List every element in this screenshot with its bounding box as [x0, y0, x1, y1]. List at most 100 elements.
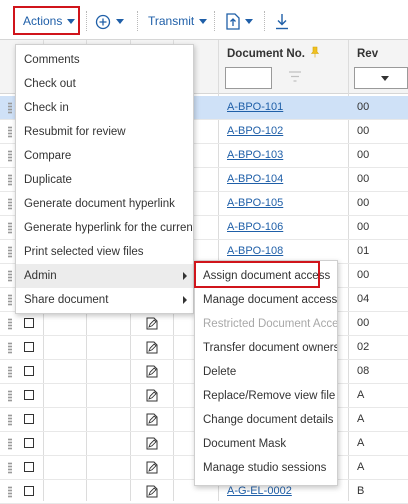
actions-menu-item[interactable]: Print selected view files: [16, 240, 193, 264]
document-number-link[interactable]: A-BPO-104: [227, 173, 283, 185]
column-header-rev[interactable]: Rev: [357, 43, 378, 65]
caret-down-icon: [116, 19, 124, 25]
admin-menu-item[interactable]: Transfer document ownership: [195, 336, 337, 360]
drag-handle-icon[interactable]: [8, 390, 12, 402]
row-checkbox[interactable]: [24, 438, 34, 448]
download-icon: [276, 14, 288, 30]
drag-handle-icon[interactable]: [8, 438, 12, 450]
edit-document-icon[interactable]: [146, 317, 158, 330]
actions-menu-item[interactable]: Duplicate: [16, 168, 193, 192]
toolbar: Actions Transmit: [0, 0, 408, 40]
drag-handle-icon[interactable]: [8, 126, 12, 138]
sort-pin-icon: [310, 46, 320, 58]
highlight-box: [13, 6, 80, 35]
submenu-arrow-icon: [183, 296, 187, 304]
drag-handle-icon[interactable]: [8, 198, 12, 210]
edit-document-icon[interactable]: [146, 437, 158, 450]
revision-cell: 00: [357, 173, 370, 185]
revision-cell: 00: [357, 269, 370, 281]
transmit-button[interactable]: Transmit: [148, 9, 208, 33]
menu-item-label: Print selected view files: [24, 246, 144, 258]
caret-down-icon: [245, 19, 253, 25]
revision-cell: 00: [357, 149, 370, 161]
admin-menu-item[interactable]: Replace/Remove view file: [195, 384, 337, 408]
row-checkbox[interactable]: [24, 414, 34, 424]
document-number-link[interactable]: A-BPO-108: [227, 245, 283, 257]
highlight-box: [194, 261, 320, 288]
actions-menu-item[interactable]: Admin: [16, 264, 193, 288]
drag-handle-icon[interactable]: [8, 414, 12, 426]
document-no-filter-input[interactable]: [225, 67, 272, 89]
revision-cell: 00: [357, 125, 370, 137]
revision-cell: 04: [357, 293, 370, 305]
admin-menu-item[interactable]: Delete: [195, 360, 337, 384]
actions-menu-item[interactable]: Check in: [16, 96, 193, 120]
drag-handle-icon[interactable]: [8, 366, 12, 378]
row-checkbox[interactable]: [24, 390, 34, 400]
row-checkbox[interactable]: [24, 318, 34, 328]
actions-menu-item[interactable]: Generate document hyperlink: [16, 192, 193, 216]
menu-item-label: Check in: [24, 102, 69, 114]
filter-icon[interactable]: [288, 71, 302, 83]
drag-handle-icon[interactable]: [8, 102, 12, 114]
edit-document-icon[interactable]: [146, 389, 158, 402]
actions-menu-item[interactable]: Check out: [16, 72, 193, 96]
row-checkbox[interactable]: [24, 486, 34, 496]
revision-cell: A: [357, 461, 365, 473]
menu-item-label: Check out: [24, 78, 76, 90]
edit-document-icon[interactable]: [146, 485, 158, 498]
drag-handle-icon[interactable]: [8, 318, 12, 330]
admin-submenu: Assign document access Manage document ac…: [194, 260, 338, 486]
drag-handle-icon[interactable]: [8, 462, 12, 474]
rev-filter-select[interactable]: [354, 67, 408, 89]
caret-down-icon: [199, 19, 208, 25]
revision-cell: 08: [357, 365, 370, 377]
actions-menu-item[interactable]: Compare: [16, 144, 193, 168]
row-checkbox[interactable]: [24, 462, 34, 472]
drag-handle-icon[interactable]: [8, 342, 12, 354]
export-button[interactable]: [226, 9, 253, 33]
document-number-link[interactable]: A-BPO-105: [227, 197, 283, 209]
actions-menu-item[interactable]: Resubmit for review: [16, 120, 193, 144]
row-checkbox[interactable]: [24, 342, 34, 352]
document-number-link[interactable]: A-BPO-103: [227, 149, 283, 161]
edit-document-icon[interactable]: [146, 413, 158, 426]
drag-handle-icon[interactable]: [8, 294, 12, 306]
menu-item-label: Resubmit for review: [24, 126, 126, 138]
actions-menu-item[interactable]: Generate hyperlink for the current r...: [16, 216, 193, 240]
edit-document-icon[interactable]: [146, 365, 158, 378]
actions-menu: Comments Check out Check in Resubmit for re…: [15, 44, 194, 314]
menu-item-label: Comments: [24, 54, 80, 66]
row-checkbox[interactable]: [24, 366, 34, 376]
drag-handle-icon[interactable]: [8, 150, 12, 162]
actions-menu-item[interactable]: Comments: [16, 48, 193, 72]
drag-handle-icon[interactable]: [8, 246, 12, 258]
menu-item-label: Compare: [24, 150, 72, 162]
toolbar-divider: [264, 11, 265, 31]
revision-cell: 00: [357, 197, 370, 209]
transmit-label: Transmit: [148, 14, 195, 28]
admin-menu-item[interactable]: Manage studio sessions: [195, 456, 337, 480]
admin-menu-item[interactable]: Document Mask: [195, 432, 337, 456]
revision-cell: 00: [357, 317, 370, 329]
drag-handle-icon[interactable]: [8, 486, 12, 498]
column-header-document-no[interactable]: Document No.: [227, 43, 320, 65]
admin-menu-item[interactable]: Change document details: [195, 408, 337, 432]
edit-document-icon[interactable]: [146, 461, 158, 474]
actions-menu-item[interactable]: Share document: [16, 288, 193, 312]
add-button[interactable]: [95, 9, 124, 33]
document-number-link[interactable]: A-BPO-102: [227, 125, 283, 137]
admin-menu-item[interactable]: Manage document access: [195, 288, 337, 312]
revision-cell: 02: [357, 341, 370, 353]
toolbar-divider: [86, 11, 87, 31]
download-button[interactable]: [275, 9, 289, 33]
drag-handle-icon[interactable]: [8, 270, 12, 282]
menu-item-label: Duplicate: [24, 174, 72, 186]
drag-handle-icon[interactable]: [8, 222, 12, 234]
document-number-link[interactable]: A-BPO-101: [227, 101, 283, 113]
document-number-link[interactable]: A-BPO-106: [227, 221, 283, 233]
add-circle-icon: [95, 14, 111, 29]
drag-handle-icon[interactable]: [8, 174, 12, 186]
edit-document-icon[interactable]: [146, 341, 158, 354]
document-number-link[interactable]: A-G-EL-0002: [227, 485, 292, 497]
